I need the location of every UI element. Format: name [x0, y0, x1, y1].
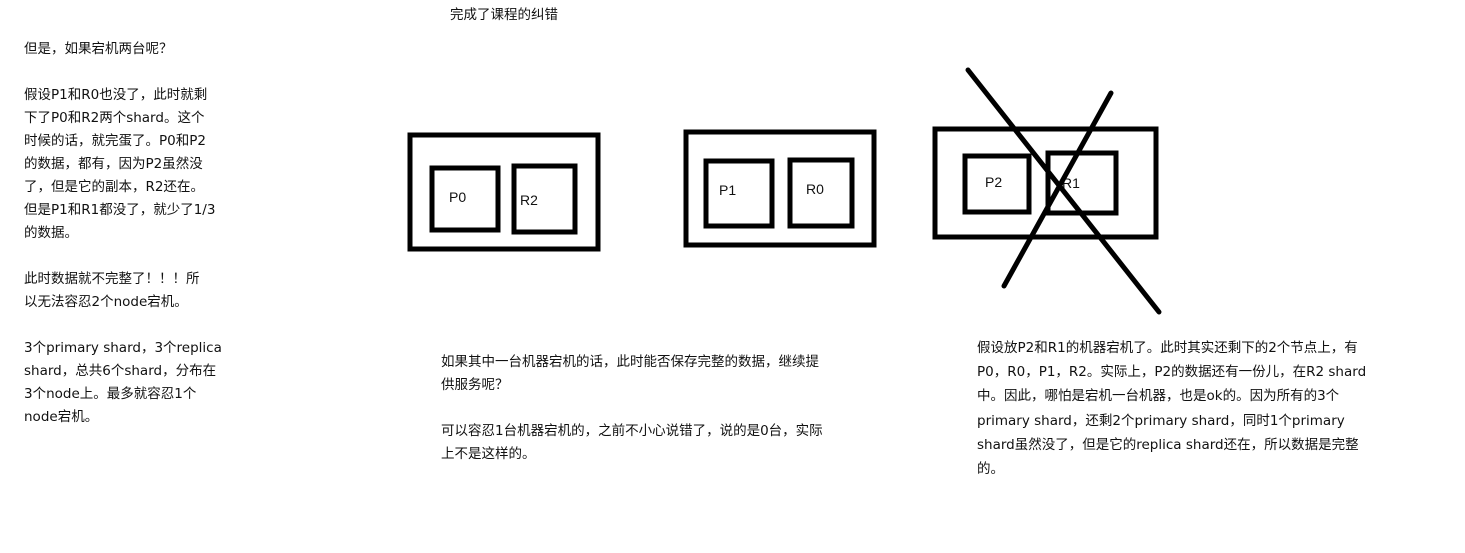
node-3-cross-line-1 — [965, 67, 1162, 315]
node-1: P0 R2 — [407, 132, 601, 252]
node-3: P2 R1 — [932, 67, 1162, 315]
node-2: P1 R0 — [683, 129, 877, 248]
shard-distribution-diagram: P0 R2 P1 R0 P2 R1 — [407, 67, 1162, 315]
node-2-shard-1-label: P1 — [719, 182, 736, 198]
node-2-shard-2-label: R0 — [806, 181, 824, 197]
node-3-shard-1-label: P2 — [985, 174, 1002, 190]
node-1-shard-1-label: P0 — [449, 189, 466, 205]
node-3-cross-line-2 — [1001, 90, 1114, 289]
node-1-shard-2-label: R2 — [520, 192, 538, 208]
node-2-shard-1-box — [703, 158, 775, 229]
